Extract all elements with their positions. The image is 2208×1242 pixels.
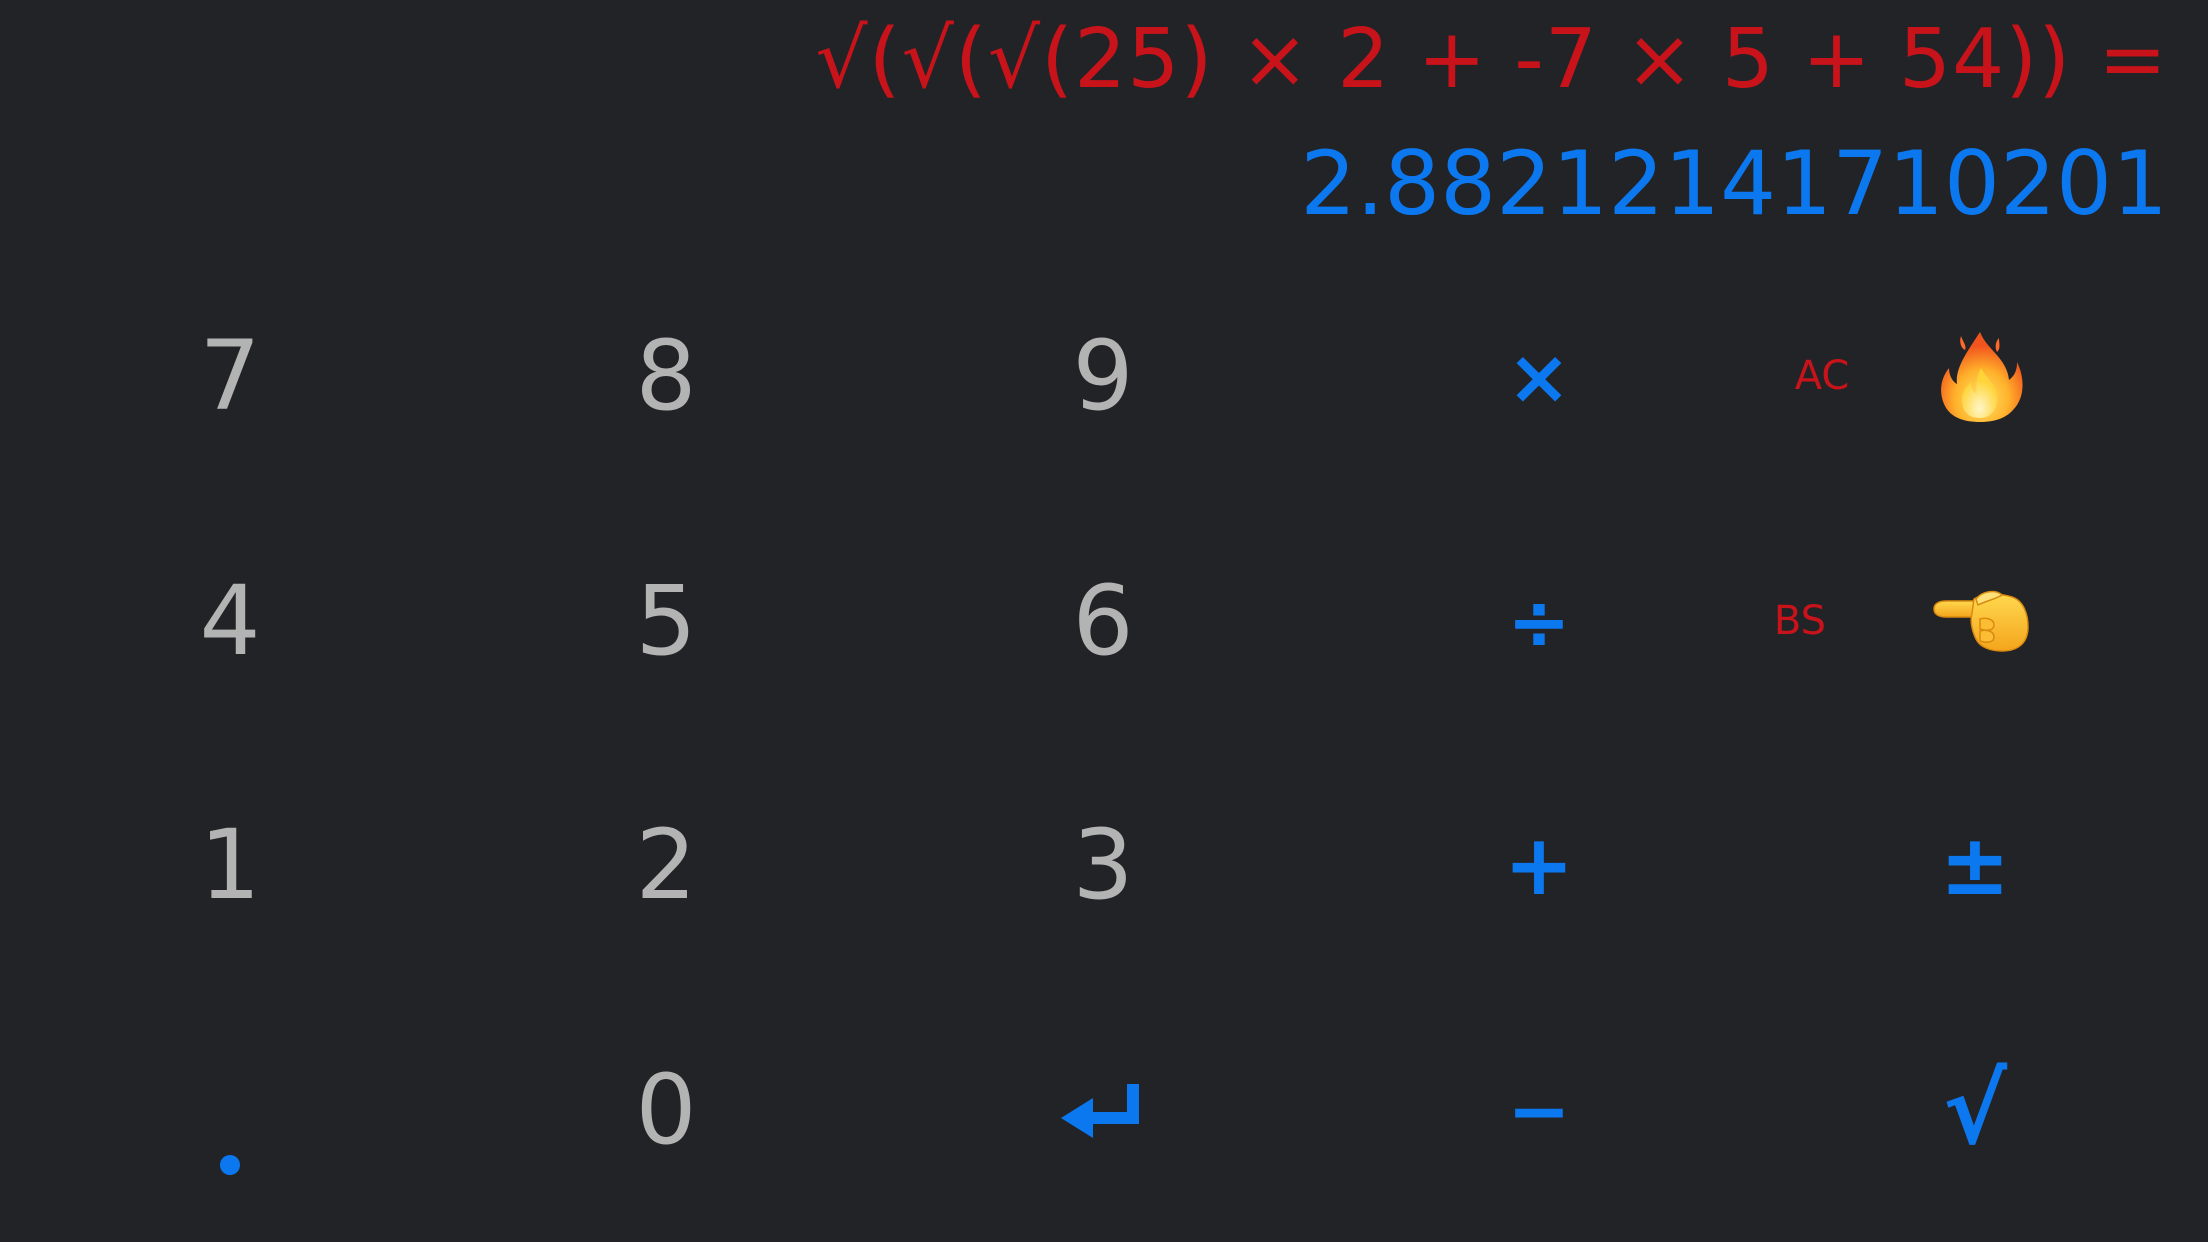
result-display: 2.88212141710201 <box>1300 132 2168 235</box>
decimal-point-icon <box>220 1155 240 1175</box>
decimal-button[interactable] <box>80 1010 380 1210</box>
key-9[interactable]: 9 <box>953 276 1253 476</box>
backspace-button[interactable]: BS <box>1700 521 1900 721</box>
return-arrow-icon <box>1061 1084 1139 1138</box>
divide-button[interactable]: ÷ <box>1389 521 1689 721</box>
key-8[interactable]: 8 <box>516 276 816 476</box>
plus-button[interactable]: + <box>1389 765 1689 965</box>
calculator-app: √(√(√(25) × 2 + -7 × 5 + 54)) = 2.882121… <box>0 0 2208 1242</box>
expression-display: √(√(√(25) × 2 + -7 × 5 + 54)) = <box>815 12 2168 107</box>
display-panel: √(√(√(25) × 2 + -7 × 5 + 54)) = 2.882121… <box>0 0 2208 260</box>
key-3[interactable]: 3 <box>953 765 1253 965</box>
key-4[interactable]: 4 <box>80 521 380 721</box>
backhand-index-pointing-left-icon <box>1933 590 2029 652</box>
key-7[interactable]: 7 <box>80 276 380 476</box>
minus-button[interactable]: − <box>1389 1010 1689 1210</box>
key-0[interactable]: 0 <box>516 1010 816 1210</box>
key-5[interactable]: 5 <box>516 521 816 721</box>
fire-button[interactable] <box>1880 276 2080 476</box>
enter-button[interactable] <box>953 1010 1253 1210</box>
key-1[interactable]: 1 <box>80 765 380 965</box>
square-root-button[interactable]: √ <box>1825 1010 2125 1210</box>
key-6[interactable]: 6 <box>953 521 1253 721</box>
multiply-button[interactable]: × <box>1389 276 1689 476</box>
plus-minus-button[interactable]: ± <box>1825 765 2125 965</box>
pointing-hand-button[interactable] <box>1880 521 2080 721</box>
fire-icon <box>1941 332 2023 422</box>
key-2[interactable]: 2 <box>516 765 816 965</box>
